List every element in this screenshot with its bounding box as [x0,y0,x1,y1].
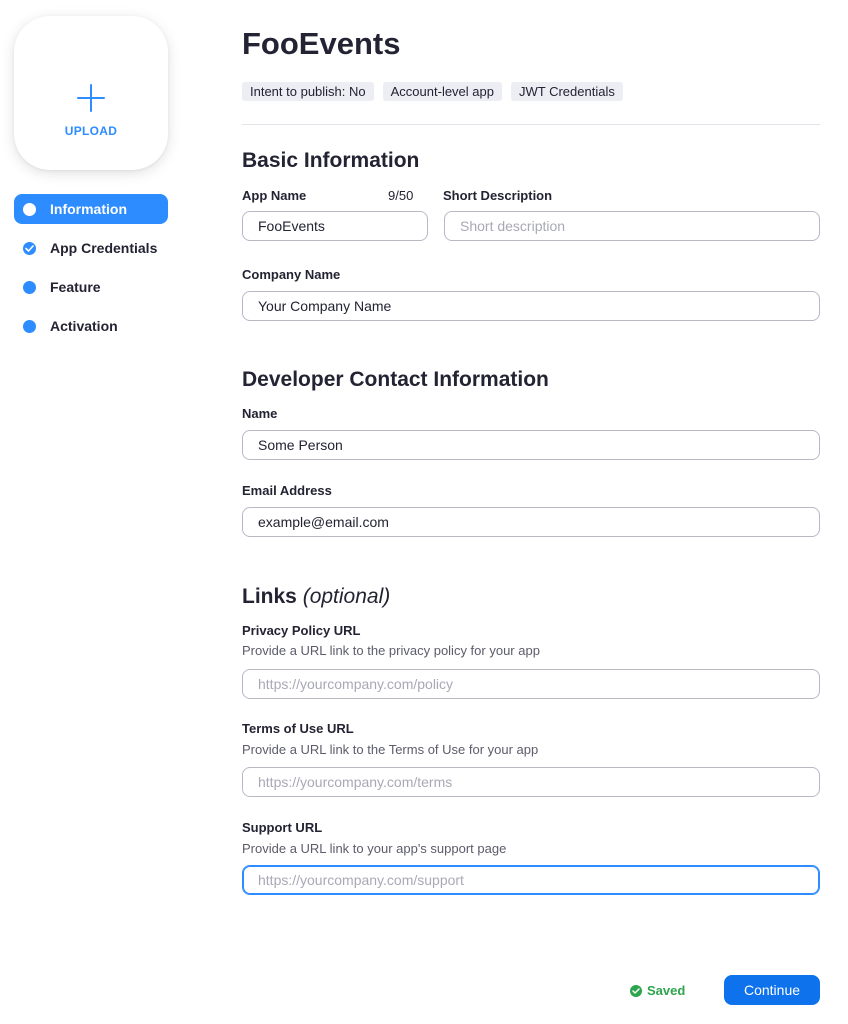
section-title-developer: Developer Contact Information [242,368,549,391]
divider [242,124,820,125]
section-title-basic: Basic Information [242,149,420,172]
sidebar: UPLOAD Information App Credentials Featu… [0,0,190,1024]
company-name-label: Company Name [242,267,341,282]
app-name-label: App Name [242,188,307,203]
short-description-label: Short Description [443,188,553,203]
contact-name-label: Name [242,406,278,421]
terms-of-use-label: Terms of Use URL [242,721,354,736]
check-circle-icon [23,241,36,255]
terms-of-use-input[interactable] [242,767,820,797]
links-title-text: Links [242,585,297,608]
nav-item-label: Activation [50,318,118,334]
terms-of-use-helper: Provide a URL link to the Terms of Use f… [242,742,539,757]
support-url-input[interactable] [242,865,820,895]
check-circle-icon [630,984,642,997]
privacy-policy-helper: Provide a URL link to the privacy policy… [242,643,540,658]
nav-item-feature[interactable]: Feature [14,272,168,302]
nav-item-activation[interactable]: Activation [14,311,168,341]
upload-label: UPLOAD [64,124,118,138]
step-dot-icon [23,319,36,333]
company-name-input[interactable] [242,291,820,321]
support-url-helper: Provide a URL link to your app's support… [242,841,507,856]
optional-label: (optional) [302,585,391,608]
continue-button[interactable]: Continue [724,975,820,1005]
nav-item-label: Feature [50,279,101,295]
app-tags: Intent to publish: No Account-level app … [242,82,632,101]
plus-icon [75,82,107,114]
section-title-links: Links (optional) [242,585,390,609]
tag-account-level: Account-level app [382,82,502,101]
tag-intent-to-publish: Intent to publish: No [242,82,374,101]
nav-item-label: App Credentials [50,240,158,256]
step-dot-icon [23,280,36,294]
privacy-policy-label: Privacy Policy URL [242,623,361,638]
email-address-label: Email Address [242,483,332,498]
support-url-label: Support URL [242,820,323,835]
nav-item-app-credentials[interactable]: App Credentials [14,233,168,263]
nav-item-information[interactable]: Information [14,194,168,224]
saved-status: Saved [630,983,685,998]
main-content: FooEvents Intent to publish: No Account-… [242,0,820,1024]
contact-name-input[interactable] [242,430,820,460]
page-title: FooEvents [242,26,401,61]
short-description-input[interactable] [444,211,820,241]
tag-jwt-credentials: JWT Credentials [510,82,623,101]
saved-label: Saved [647,983,686,998]
app-name-input[interactable] [242,211,428,241]
upload-button[interactable]: UPLOAD [14,16,168,170]
app-name-counter: 9/50 [388,188,414,203]
step-nav: Information App Credentials Feature Acti… [14,194,168,350]
nav-item-label: Information [50,201,127,217]
privacy-policy-input[interactable] [242,669,820,699]
step-dot-icon [23,202,36,216]
email-address-input[interactable] [242,507,820,537]
